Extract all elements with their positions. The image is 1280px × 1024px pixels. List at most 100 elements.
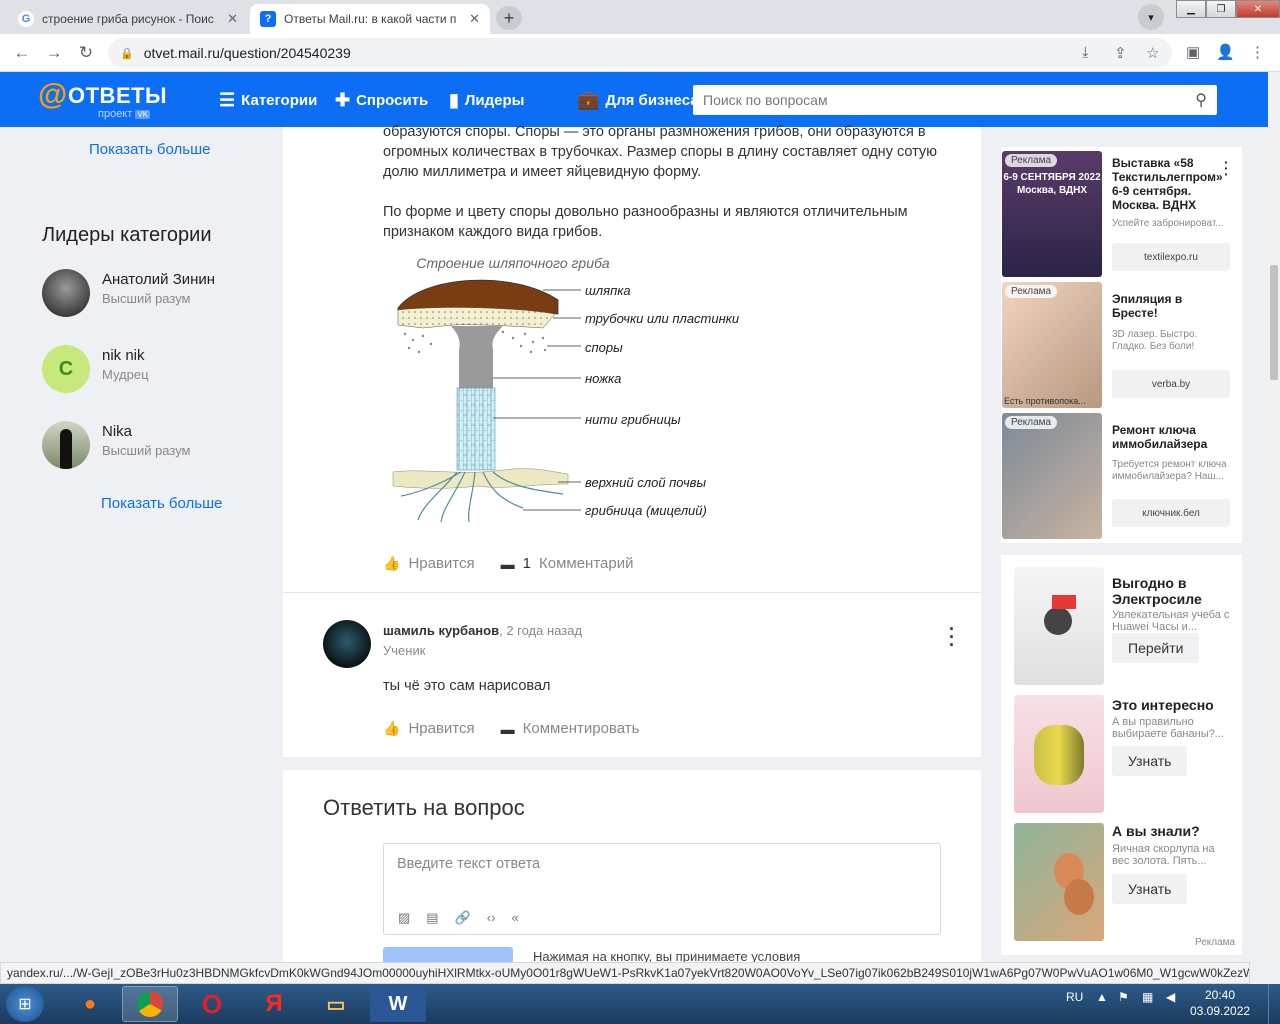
ad-item[interactable]: 6-9 СЕНТЯБРЯ 2022 Москва, ВДНХ Реклама В… [1001,151,1242,277]
show-hidden-icons[interactable]: ▲ [1096,990,1108,1004]
address-bar[interactable]: 🔒 otvet.mail.ru/question/204540239 ⤓ ⇪ ☆ [108,38,1172,68]
ad-title[interactable]: А вы знали? [1112,823,1232,839]
ad-domain-button[interactable]: ключник.бел [1112,499,1230,527]
quote-icon[interactable]: « [511,910,518,926]
ad-item[interactable]: Есть противопока... Реклама Эпиляция в Б… [1001,282,1242,408]
learn-more-button[interactable]: Узнать [1112,874,1188,904]
go-button[interactable]: Перейти [1112,633,1200,663]
firefox-taskbar-icon[interactable]: ● [62,986,118,1022]
ad-image [1014,695,1104,813]
restore-button[interactable]: ❐ [1206,0,1236,18]
image-icon[interactable]: ▨ [398,910,410,926]
ad-domain-button[interactable]: textilexpo.ru [1112,243,1230,271]
ad-item[interactable]: Это интересно А вы правильно выбираете б… [1001,695,1242,813]
page-scrollbar[interactable] [1268,72,1280,960]
more-options-icon[interactable]: · · · [1224,155,1229,181]
learn-more-button[interactable]: Узнать [1112,746,1188,776]
download-icon[interactable]: ⤓ [1082,44,1089,61]
close-tab-icon[interactable]: ✕ [469,11,480,27]
comment-author-line: шамиль курбанов, 2 года назад [383,623,582,638]
nav-ask[interactable]: ✚ Спросить [335,90,428,111]
ad-title[interactable]: Выгодно в Электросиле [1112,575,1232,607]
ad-desc: Яичная скорлупа на вес золота. Пять... [1112,843,1215,867]
ad-badge: Реклама [1005,154,1058,167]
status-bar: yandex.ru/.../W-GejI_zOBe3rHu0z3HBDNMGkf… [0,962,1250,984]
ad-title[interactable]: Ремонт ключа иммобилайзера [1112,423,1227,451]
avatar[interactable] [323,620,371,668]
search-icon[interactable]: ⚲ [1195,90,1207,110]
ad-item[interactable]: А вы знали? Яичная скорлупа на вес золот… [1001,823,1242,941]
clock-date: 03.09.2022 [1190,1004,1251,1018]
comment-author[interactable]: шамиль курбанов [383,623,499,638]
tab-search-button[interactable]: ▾ [1138,4,1164,30]
network-icon[interactable]: ▦ [1142,990,1153,1004]
more-options-icon[interactable]: · · · [949,620,955,654]
ad-item[interactable]: Реклама Ремонт ключа иммобилайзера Требу… [1001,413,1242,539]
close-tab-icon[interactable]: ✕ [227,11,238,27]
volume-icon[interactable]: ◀ [1166,990,1175,1004]
tab-mail-answers[interactable]: ? Ответы Mail.ru: в какой части п ✕ [250,4,490,34]
show-desktop-button[interactable] [1268,984,1280,1024]
comment-button[interactable]: ▬ Комментировать [501,720,640,737]
new-tab-button[interactable]: + [496,6,522,30]
label-cap: шляпка [585,283,631,298]
close-window-button[interactable]: ✕ [1236,0,1280,18]
ad-image [1002,413,1102,539]
video-icon[interactable]: ▤ [426,910,438,926]
avatar [42,421,90,469]
file-explorer-taskbar-icon[interactable]: ▭ [308,986,364,1022]
menu-kebab-icon[interactable]: ⋮ [1250,43,1265,61]
language-indicator[interactable]: RU [1066,990,1083,1004]
nav-categories[interactable]: ☰ Категории [219,90,317,111]
code-icon[interactable]: ‹› [487,910,496,926]
ad-title[interactable]: Это интересно [1112,697,1232,713]
divider [283,592,981,593]
lock-icon: 🔒 [120,47,134,60]
reply-title: Ответить на вопрос [323,795,525,820]
leader-rank: Высший разум [102,291,191,306]
bookmark-star-icon[interactable]: ☆ [1146,44,1159,62]
flag-icon[interactable]: ⚑ [1118,990,1129,1004]
back-button[interactable]: ← [10,42,34,64]
leader-item[interactable]: Анатолий Зинин Высший разум [42,269,272,319]
like-button[interactable]: 👍 Нравится [383,720,475,737]
yandex-taskbar-icon[interactable]: Я [246,986,302,1022]
like-label: Нравится [408,720,475,737]
mushroom-diagram: Строение шляпочного гриба шляпка трубочк… [383,250,783,530]
minimize-button[interactable]: ▁ [1176,0,1206,18]
ad-desc: Успейте забронироват... [1112,218,1224,229]
scrollbar-thumb[interactable] [1270,265,1278,380]
ad-title[interactable]: Эпиляция в Бресте! [1112,292,1227,320]
nav-leaders[interactable]: ▮ Лидеры [449,90,525,111]
like-button[interactable]: 👍 Нравится [383,555,475,572]
show-more-link[interactable]: Показать больше [101,495,222,512]
opera-taskbar-icon[interactable]: O [184,986,240,1022]
bar-chart-icon: ▮ [449,90,459,110]
start-button[interactable]: ⊞ [6,986,44,1022]
leader-name[interactable]: nik nik [102,347,145,364]
thumbs-up-icon: 👍 [383,720,401,736]
vk-icon: VK [135,110,151,119]
tab-google-search[interactable]: G строение гриба рисунок - Поис ✕ [8,4,248,34]
leader-name[interactable]: Nika [102,423,132,440]
share-icon[interactable]: ⇪ [1114,44,1127,62]
ad-domain-button[interactable]: verba.by [1112,370,1230,398]
search-input[interactable]: Поиск по вопросам ⚲ [693,85,1217,115]
forward-button[interactable]: → [42,42,66,64]
comments-button[interactable]: ▬ 1 Комментарий [501,555,634,572]
ad-item[interactable]: Выгодно в Электросиле Увлекательная учеб… [1001,567,1242,685]
leader-item[interactable]: Nika Высший разум [42,421,272,471]
reload-button[interactable]: ↻ [74,42,98,64]
reply-textarea[interactable]: Введите текст ответа ▨ ▤ 🔗 ‹› « [383,843,941,935]
profile-icon[interactable]: 👤 [1216,43,1235,61]
link-icon[interactable]: 🔗 [455,910,471,926]
clock[interactable]: 20:40 03.09.2022 [1190,987,1250,1019]
chrome-taskbar-icon[interactable] [122,986,178,1022]
word-taskbar-icon[interactable]: W [370,986,426,1022]
show-more-link[interactable]: Показать больше [89,141,210,158]
leader-item[interactable]: C nik nik Мудрец [42,345,272,395]
nav-business[interactable]: 💼 Для бизнеса [577,90,699,111]
leader-name[interactable]: Анатолий Зинин [102,271,215,288]
ad-title[interactable]: Выставка «58 Текстильлегпром» 6-9 сентяб… [1112,156,1227,212]
side-panel-icon[interactable]: ▣ [1186,43,1200,61]
